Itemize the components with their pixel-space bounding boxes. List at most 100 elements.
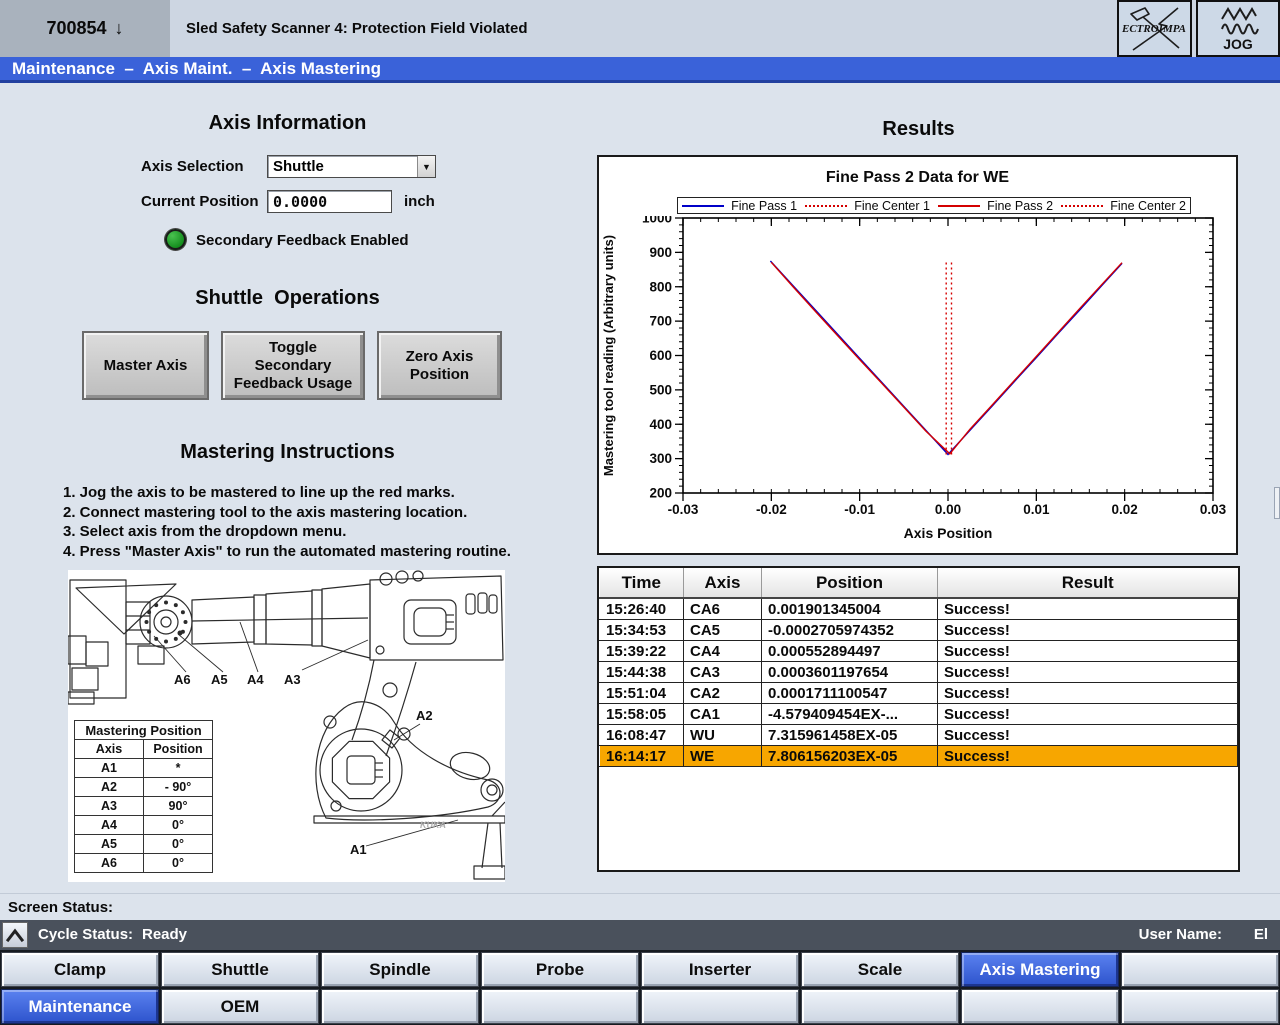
results-col-header: Position	[762, 568, 938, 598]
result-row[interactable]: 15:44:38CA30.0003601197654Success!	[600, 662, 1238, 683]
results-col-header: Result	[938, 568, 1238, 598]
legend-label: Fine Center 2	[1110, 199, 1186, 213]
axis-text: -0.03	[668, 502, 699, 517]
mastering-position-table: Mastering PositionAxisPositionA1*A2- 90°…	[74, 720, 213, 873]
axis-text: 1000	[642, 216, 672, 226]
result-cell-result: Success!	[938, 620, 1238, 641]
legend-line-sample	[682, 205, 724, 207]
result-row[interactable]: 16:08:47WU7.315961458EX-05Success!	[600, 725, 1238, 746]
legend-item: Fine Center 2	[1061, 199, 1186, 213]
robot-brand-logo: KUKA	[420, 820, 446, 830]
mastering-table-title: Mastering Position	[75, 721, 213, 740]
softkey-spindle[interactable]: Spindle	[321, 952, 479, 987]
result-cell-axis: CA2	[684, 683, 762, 704]
axis-text: Mastering tool reading (Arbitrary units)	[601, 235, 616, 476]
softkey-empty	[801, 989, 959, 1024]
legend-item: Fine Center 1	[805, 199, 930, 213]
mastering-row: A1*	[75, 759, 213, 778]
result-row[interactable]: 15:26:40CA60.001901345004Success!	[600, 598, 1238, 620]
secondary-feedback-label: Secondary Feedback Enabled	[196, 232, 409, 249]
alarm-down-arrow-icon: ↓	[115, 18, 124, 39]
result-cell-axis: CA1	[684, 704, 762, 725]
result-cell-axis: CA6	[684, 598, 762, 620]
result-cell-position: -4.579409454EX-...	[762, 704, 938, 725]
axis-text: 200	[649, 486, 672, 501]
cycle-status-value: Ready	[142, 926, 187, 943]
secondary-feedback-led	[165, 229, 186, 250]
result-cell-axis: CA3	[684, 662, 762, 683]
softkey-empty	[961, 989, 1119, 1024]
legend-label: Fine Pass 2	[987, 199, 1053, 213]
result-cell-result: Success!	[938, 662, 1238, 683]
result-row[interactable]: 16:14:17WE7.806156203EX-05Success!	[600, 746, 1238, 767]
softkey-axis-mastering[interactable]: Axis Mastering	[961, 952, 1119, 987]
toggle-secondary-feedback-button[interactable]: Toggle Secondary Feedback Usage	[221, 331, 365, 400]
softkey-probe[interactable]: Probe	[481, 952, 639, 987]
mastering-row: A60°	[75, 854, 213, 873]
result-row[interactable]: 15:51:04CA20.0001711100547Success!	[600, 683, 1238, 704]
softkey-clamp[interactable]: Clamp	[1, 952, 159, 987]
legend-line-sample	[805, 205, 847, 207]
result-cell-result: Success!	[938, 725, 1238, 746]
axis-label-a1: A1	[350, 842, 367, 857]
axis-text: 800	[649, 279, 672, 294]
current-position-input[interactable]	[267, 190, 392, 213]
results-chart-panel: Fine Pass 2 Data for WE Fine Pass 1Fine …	[597, 155, 1238, 555]
mastering-cell: A5	[75, 835, 144, 854]
alarm-id-box[interactable]: 700854 ↓	[0, 0, 170, 57]
axis-label-a4: A4	[247, 672, 264, 687]
current-position-label: Current Position	[141, 193, 259, 210]
axis-text: 0.00	[935, 502, 961, 517]
result-cell-time: 15:26:40	[600, 598, 684, 620]
axis-label-a6: A6	[174, 672, 191, 687]
result-cell-position: 0.0003601197654	[762, 662, 938, 683]
result-cell-time: 15:39:22	[600, 641, 684, 662]
result-cell-axis: WU	[684, 725, 762, 746]
axis-text: 300	[649, 451, 672, 466]
master-axis-button[interactable]: Master Axis	[82, 331, 209, 400]
softkey-shuttle[interactable]: Shuttle	[161, 952, 319, 987]
axis-label-a5: A5	[211, 672, 228, 687]
alarm-message: Sled Safety Scanner 4: Protection Field …	[186, 0, 527, 57]
result-row[interactable]: 15:58:05CA1-4.579409454EX-...Success!	[600, 704, 1238, 725]
axis-text: Axis Position	[904, 525, 993, 541]
electroimpact-logo: ECTROIMPA	[1117, 0, 1192, 57]
cycle-status-label: Cycle Status:	[38, 926, 133, 943]
result-cell-axis: WE	[684, 746, 762, 767]
collapse-status-button[interactable]	[2, 922, 28, 948]
jog-mode-button[interactable]: JOG	[1196, 0, 1280, 57]
mastering-cell: 90°	[144, 797, 213, 816]
softkey-scale[interactable]: Scale	[801, 952, 959, 987]
axis-label-a3: A3	[284, 672, 301, 687]
chevron-up-icon	[4, 927, 26, 943]
result-cell-result: Success!	[938, 641, 1238, 662]
mastering-cell: - 90°	[144, 778, 213, 797]
softkey-empty	[1121, 952, 1279, 987]
softkey-empty	[321, 989, 479, 1024]
axis-selection-dropdown[interactable]: Shuttle ▼	[267, 155, 436, 178]
results-title: Results	[597, 118, 1240, 141]
mastering-cell: A1	[75, 759, 144, 778]
softkey-maintenance[interactable]: Maintenance	[1, 989, 159, 1024]
softkey-oem[interactable]: OEM	[161, 989, 319, 1024]
softkey-inserter[interactable]: Inserter	[641, 952, 799, 987]
mastering-instructions-title: Mastering Instructions	[0, 441, 575, 464]
mastering-cell: A2	[75, 778, 144, 797]
scrollbar-thumb[interactable]	[1274, 487, 1280, 519]
chart-legend: Fine Pass 1Fine Center 1Fine Pass 2Fine …	[677, 197, 1191, 214]
result-cell-position: -0.0002705974352	[762, 620, 938, 641]
zero-axis-position-button[interactable]: Zero Axis Position	[377, 331, 502, 400]
mastering-cell: 0°	[144, 835, 213, 854]
result-cell-position: 7.806156203EX-05	[762, 746, 938, 767]
mastering-col-header: Axis	[75, 740, 144, 759]
user-name-value: El	[1254, 926, 1268, 943]
mastering-cell: A4	[75, 816, 144, 835]
result-cell-position: 0.0001711100547	[762, 683, 938, 704]
mastering-row: A390°	[75, 797, 213, 816]
result-row[interactable]: 15:34:53CA5-0.0002705974352Success!	[600, 620, 1238, 641]
result-row[interactable]: 15:39:22CA40.000552894497Success!	[600, 641, 1238, 662]
result-cell-position: 0.000552894497	[762, 641, 938, 662]
result-cell-position: 7.315961458EX-05	[762, 725, 938, 746]
result-cell-time: 15:58:05	[600, 704, 684, 725]
chevron-down-icon[interactable]: ▼	[417, 156, 435, 177]
